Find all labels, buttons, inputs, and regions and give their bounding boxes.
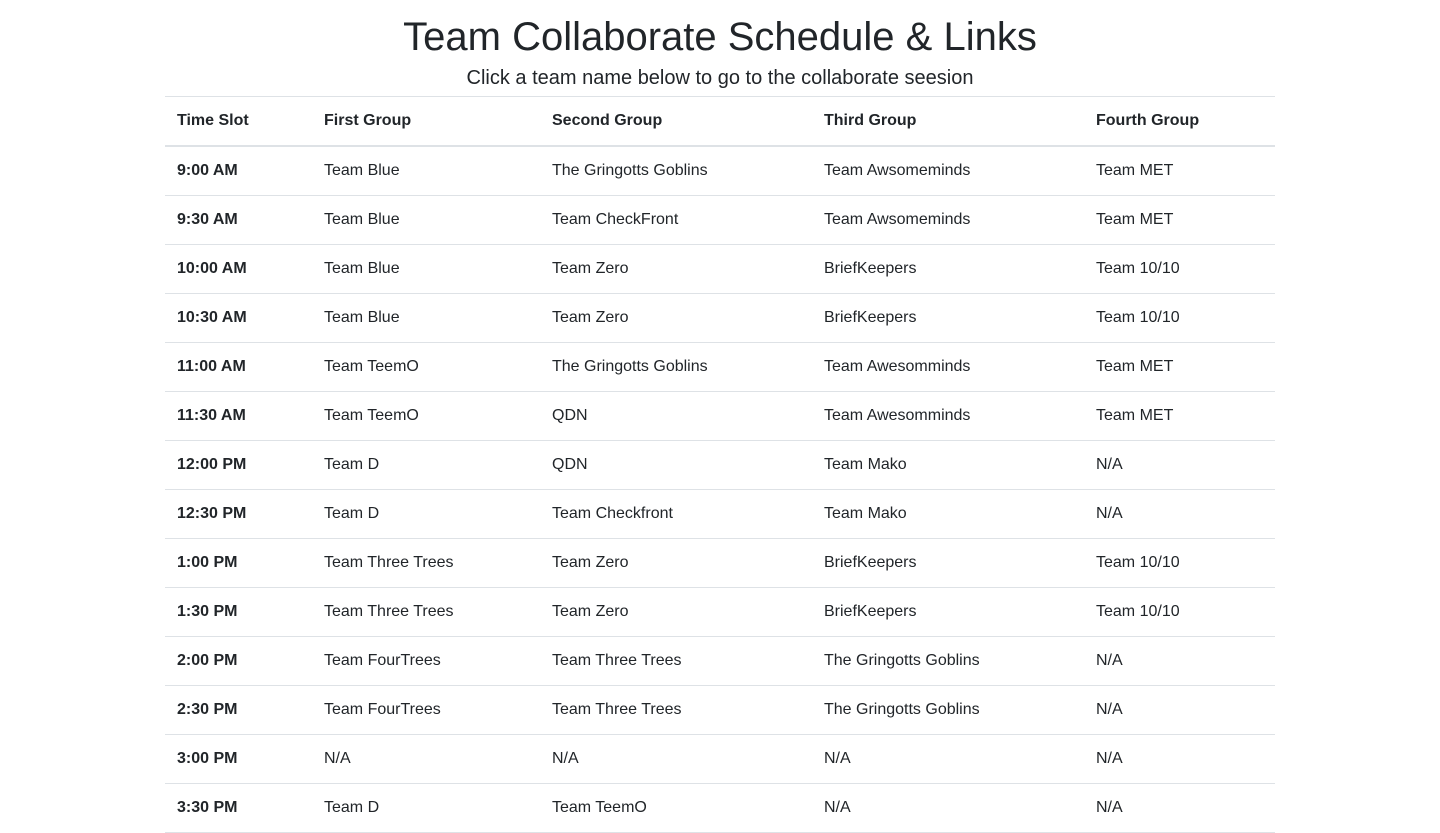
table-row: 1:30 PM Team Three Trees Team Zero BriefKee… — [165, 587, 1275, 637]
table-row: 10:30 AM Team Blue Team Zero BriefKeepers Te… — [165, 293, 1275, 343]
table-row: 2:00 PM Team FourTrees Team Three Trees The… — [165, 636, 1275, 686]
time-slot: 12:00 PM — [165, 440, 312, 490]
table-row: 10:00 AM Team Blue Team Zero BriefKeepers Te… — [165, 244, 1275, 294]
team-link[interactable]: Team Blue — [312, 146, 540, 196]
empty-slot: N/A — [312, 734, 540, 784]
team-link[interactable]: Team Zero — [540, 538, 812, 588]
empty-slot: N/A — [1084, 636, 1275, 686]
empty-slot: N/A — [1084, 685, 1275, 735]
table-row: 9:00 AM Team Blue The Gringotts Goblins Tea… — [165, 146, 1275, 196]
empty-slot: N/A — [540, 734, 812, 784]
team-link[interactable]: Team Three Trees — [312, 587, 540, 637]
team-link[interactable]: Team Checkfront — [540, 489, 812, 539]
table-row: 1:00 PM Team Three Trees Team Zero BriefKee… — [165, 538, 1275, 588]
team-link[interactable]: Team 10/10 — [1084, 538, 1275, 588]
team-link[interactable]: BriefKeepers — [812, 587, 1084, 637]
table-row: 11:00 AM Team TeemO The Gringotts Goblins T… — [165, 342, 1275, 392]
team-link[interactable]: Team D — [312, 489, 540, 539]
team-link[interactable]: The Gringotts Goblins — [812, 685, 1084, 735]
column-header: Third Group — [812, 96, 1084, 147]
time-slot: 11:30 AM — [165, 391, 312, 441]
team-link[interactable]: Team Blue — [312, 195, 540, 245]
team-link[interactable]: Team Three Trees — [540, 636, 812, 686]
page-title: Team Collaborate Schedule & Links — [403, 15, 1037, 59]
time-slot: 11:00 AM — [165, 342, 312, 392]
team-link[interactable]: Team Blue — [312, 293, 540, 343]
team-link[interactable]: Team 10/10 — [1084, 587, 1275, 637]
column-header: Time Slot — [165, 96, 312, 147]
header-row: Time Slot First Group Second Group Third Gr… — [165, 96, 1275, 147]
team-link[interactable]: The Gringotts Goblins — [540, 342, 812, 392]
empty-slot: N/A — [1084, 489, 1275, 539]
time-slot: 10:00 AM — [165, 244, 312, 294]
schedule-table: Time Slot First Group Second Group Third Gr… — [165, 96, 1275, 833]
team-link[interactable]: Team 10/10 — [1084, 293, 1275, 343]
time-slot: 3:30 PM — [165, 783, 312, 833]
table-row: 12:30 PM Team D Team Checkfront Team Mako N/… — [165, 489, 1275, 539]
team-link[interactable]: Team Mako — [812, 440, 1084, 490]
time-slot: 9:00 AM — [165, 146, 312, 196]
team-link[interactable]: BriefKeepers — [812, 538, 1084, 588]
time-slot: 1:30 PM — [165, 587, 312, 637]
time-slot: 10:30 AM — [165, 293, 312, 343]
team-link[interactable]: Team Zero — [540, 293, 812, 343]
team-link[interactable]: Team MET — [1084, 195, 1275, 245]
team-link[interactable]: BriefKeepers — [812, 244, 1084, 294]
page-subtitle: Click a team name below to go to the col… — [466, 67, 974, 89]
team-link[interactable]: Team FourTrees — [312, 636, 540, 686]
team-link[interactable]: Team Mako — [812, 489, 1084, 539]
time-slot: 2:00 PM — [165, 636, 312, 686]
team-link[interactable]: Team CheckFront — [540, 195, 812, 245]
team-link[interactable]: Team Awsomeminds — [812, 146, 1084, 196]
table-row: 2:30 PM Team FourTrees Team Three Trees The… — [165, 685, 1275, 735]
time-slot: 12:30 PM — [165, 489, 312, 539]
empty-slot: N/A — [1084, 783, 1275, 833]
team-link[interactable]: Team Blue — [312, 244, 540, 294]
team-link[interactable]: QDN — [540, 440, 812, 490]
team-link[interactable]: Team MET — [1084, 391, 1275, 441]
team-link[interactable]: Team MET — [1084, 342, 1275, 392]
team-link[interactable]: Team Zero — [540, 587, 812, 637]
column-header: Fourth Group — [1084, 96, 1275, 147]
team-link[interactable]: Team Awesomminds — [812, 342, 1084, 392]
empty-slot: N/A — [1084, 734, 1275, 784]
empty-slot: N/A — [1084, 440, 1275, 490]
table-row: 9:30 AM Team Blue Team CheckFront Team Awso… — [165, 195, 1275, 245]
team-link[interactable]: Team D — [312, 440, 540, 490]
empty-slot: N/A — [812, 783, 1084, 833]
team-link[interactable]: Team Three Trees — [540, 685, 812, 735]
table-row: 3:00 PM N/A N/A N/A N/A — [165, 734, 1275, 784]
time-slot: 3:00 PM — [165, 734, 312, 784]
time-slot: 1:00 PM — [165, 538, 312, 588]
team-link[interactable]: The Gringotts Goblins — [812, 636, 1084, 686]
team-link[interactable]: Team TeemO — [312, 391, 540, 441]
column-header: Second Group — [540, 96, 812, 147]
team-link[interactable]: Team 10/10 — [1084, 244, 1275, 294]
team-link[interactable]: Team D — [312, 783, 540, 833]
table-row: 11:30 AM Team TeemO QDN Team Awesomminds Tea… — [165, 391, 1275, 441]
team-link[interactable]: Team TeemO — [312, 342, 540, 392]
column-header: First Group — [312, 96, 540, 147]
time-slot: 2:30 PM — [165, 685, 312, 735]
team-link[interactable]: Team TeemO — [540, 783, 812, 833]
team-link[interactable]: Team Three Trees — [312, 538, 540, 588]
team-link[interactable]: Team FourTrees — [312, 685, 540, 735]
team-link[interactable]: QDN — [540, 391, 812, 441]
team-link[interactable]: The Gringotts Goblins — [540, 146, 812, 196]
team-link[interactable]: Team Zero — [540, 244, 812, 294]
empty-slot: N/A — [812, 734, 1084, 784]
table-row: 3:30 PM Team D Team TeemO N/A N/A — [165, 783, 1275, 833]
time-slot: 9:30 AM — [165, 195, 312, 245]
team-link[interactable]: Team Awesomminds — [812, 391, 1084, 441]
team-link[interactable]: Team MET — [1084, 146, 1275, 196]
team-link[interactable]: BriefKeepers — [812, 293, 1084, 343]
team-link[interactable]: Team Awsomeminds — [812, 195, 1084, 245]
table-row: 12:00 PM Team D QDN Team Mako N/A — [165, 440, 1275, 490]
